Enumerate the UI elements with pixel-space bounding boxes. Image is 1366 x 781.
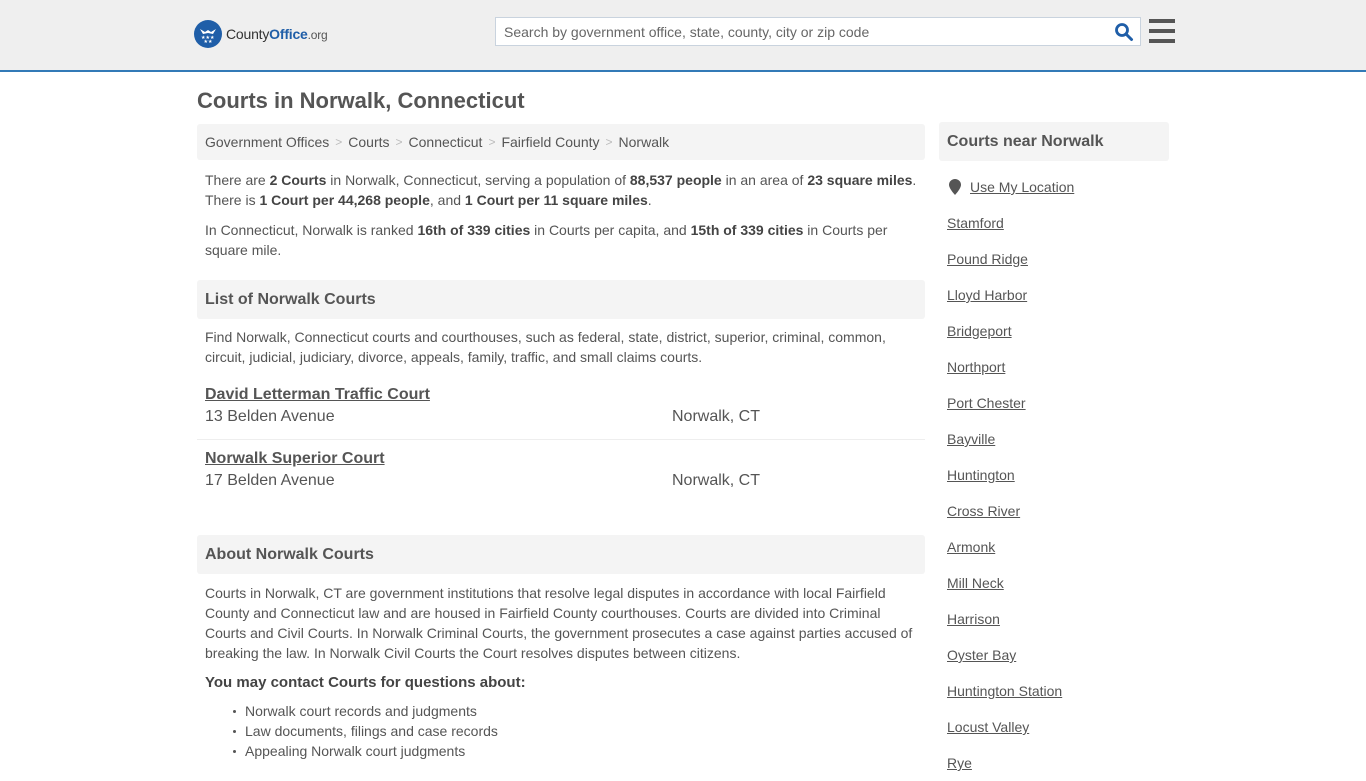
court-city: Norwalk, CT — [672, 408, 761, 425]
breadcrumb: Government Offices > Courts > Connecticu… — [197, 124, 925, 160]
sidebar: Courts near Norwalk Use My Location Stam… — [939, 122, 1169, 781]
nearby-city-link[interactable]: Cross River — [947, 503, 1020, 519]
nearby-city-link[interactable]: Port Chester — [947, 395, 1026, 411]
nearby-cities-list: Stamford Pound Ridge Lloyd Harbor Bridge… — [939, 205, 1169, 781]
nearby-city-link[interactable]: Mill Neck — [947, 575, 1004, 591]
nearby-city-link[interactable]: Pound Ridge — [947, 251, 1028, 267]
nearby-city-link[interactable]: Stamford — [947, 215, 1004, 231]
search-input[interactable] — [496, 18, 1108, 45]
nearby-city-link[interactable]: Rye — [947, 755, 972, 771]
breadcrumb-separator: > — [395, 135, 403, 149]
map-pin-icon — [949, 179, 961, 195]
contact-item: Law documents, filings and case records — [233, 721, 925, 741]
logo-text: CountyOffice.org — [226, 26, 328, 42]
contact-heading: You may contact Courts for questions abo… — [205, 674, 526, 691]
use-location: Use My Location — [939, 177, 1169, 197]
stats-paragraph: There are 2 Courts in Norwalk, Connectic… — [205, 172, 917, 208]
breadcrumb-norwalk[interactable]: Norwalk — [619, 134, 670, 150]
main-content: Government Offices > Courts > Connecticu… — [197, 124, 925, 761]
court-address: 13 Belden Avenue — [205, 408, 335, 425]
list-heading: List of Norwalk Courts — [197, 280, 925, 319]
eagle-logo-icon: ★★★ ★★ — [194, 20, 222, 48]
court-item: David Letterman Traffic Court 13 Belden … — [197, 385, 925, 440]
nearby-city-link[interactable]: Locust Valley — [947, 719, 1029, 735]
nearby-city-link[interactable]: Huntington Station — [947, 683, 1062, 699]
contact-item: Appealing Norwalk court judgments — [233, 741, 925, 761]
court-city: Norwalk, CT — [672, 472, 761, 489]
about-text: Courts in Norwalk, CT are government ins… — [205, 585, 913, 661]
search-button[interactable] — [1108, 18, 1140, 45]
nearby-city-link[interactable]: Oyster Bay — [947, 647, 1016, 663]
sidebar-heading: Courts near Norwalk — [939, 122, 1169, 161]
breadcrumb-separator: > — [335, 135, 343, 149]
svg-text:★★: ★★ — [204, 39, 213, 45]
nearby-city-link[interactable]: Harrison — [947, 611, 1000, 627]
nearby-city-link[interactable]: Huntington — [947, 467, 1015, 483]
court-address: 17 Belden Avenue — [205, 472, 335, 489]
contact-list: Norwalk court records and judgments Law … — [197, 701, 925, 761]
court-name-link[interactable]: Norwalk Superior Court — [205, 449, 385, 469]
breadcrumb-government-offices[interactable]: Government Offices — [205, 134, 329, 150]
breadcrumb-separator: > — [605, 135, 613, 149]
contact-item: Norwalk court records and judgments — [233, 701, 925, 721]
nearby-city-link[interactable]: Northport — [947, 359, 1005, 375]
breadcrumb-separator: > — [488, 135, 496, 149]
breadcrumb-connecticut[interactable]: Connecticut — [409, 134, 483, 150]
page-title: Courts in Norwalk, Connecticut — [197, 88, 525, 113]
hamburger-menu-icon[interactable] — [1149, 19, 1175, 43]
search-icon — [1115, 22, 1133, 41]
court-item: Norwalk Superior Court 17 Belden Avenue … — [197, 449, 925, 493]
ranking-paragraph: In Connecticut, Norwalk is ranked 16th o… — [205, 222, 888, 258]
nearby-city-link[interactable]: Armonk — [947, 539, 995, 555]
list-description: Find Norwalk, Connecticut courts and cou… — [205, 329, 886, 365]
site-header: ★★★ ★★ CountyOffice.org — [0, 0, 1366, 72]
nearby-city-link[interactable]: Bayville — [947, 431, 995, 447]
breadcrumb-courts[interactable]: Courts — [348, 134, 389, 150]
breadcrumb-fairfield-county[interactable]: Fairfield County — [501, 134, 599, 150]
site-logo[interactable]: ★★★ ★★ CountyOffice.org — [194, 20, 328, 48]
court-name-link[interactable]: David Letterman Traffic Court — [205, 385, 430, 405]
nearby-city-link[interactable]: Bridgeport — [947, 323, 1012, 339]
use-my-location-link[interactable]: Use My Location — [970, 179, 1074, 195]
search-bar — [495, 17, 1141, 46]
about-heading: About Norwalk Courts — [197, 535, 925, 574]
nearby-city-link[interactable]: Lloyd Harbor — [947, 287, 1027, 303]
